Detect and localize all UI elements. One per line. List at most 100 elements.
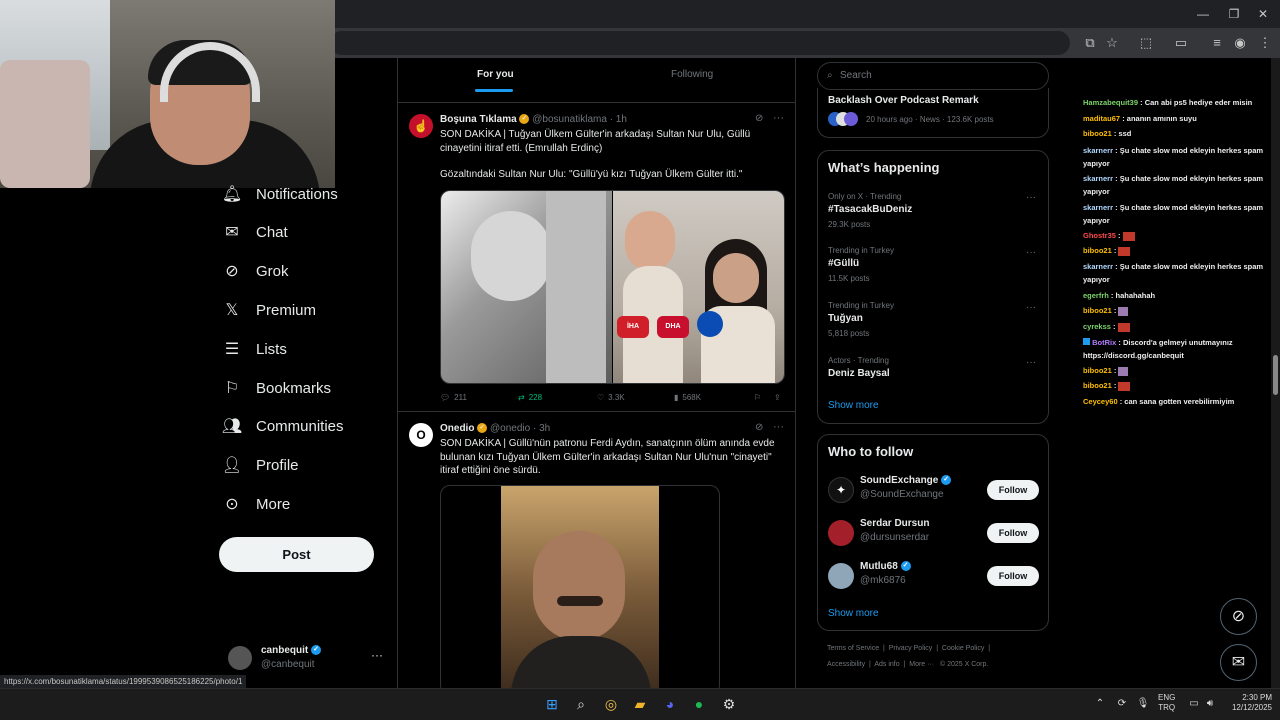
- repost-button[interactable]: ⇄ 228: [518, 393, 542, 402]
- nav-profile[interactable]: 👤︎ Profile: [222, 449, 299, 481]
- trend-item[interactable]: Only on X · Trending #TasacakBuDeniz 29.…: [818, 189, 1048, 241]
- follow-suggestion[interactable]: Serdar Dursun @dursunserdar Follow: [818, 515, 1048, 553]
- more-dots-icon[interactable]: ···: [1026, 357, 1036, 368]
- extensions-icon[interactable]: ⬚: [1137, 34, 1155, 52]
- reply-button[interactable]: 💬︎ 211: [440, 393, 467, 402]
- media-icon[interactable]: ≡: [1208, 34, 1226, 52]
- trend-item[interactable]: Trending in Turkey Tuğyan 5,818 posts ··…: [818, 299, 1048, 351]
- more-dots-icon[interactable]: ···: [1026, 192, 1036, 203]
- nav-lists[interactable]: ☰ Lists: [222, 333, 287, 365]
- account-switcher[interactable]: canbequit ✓ @canbequit ···: [228, 642, 388, 674]
- grok-float-button[interactable]: ⊘: [1220, 598, 1257, 635]
- mic-icon[interactable]: 🎙︎: [1133, 694, 1153, 714]
- bookmark-icon[interactable]: ⚐: [754, 393, 761, 402]
- nav-grok[interactable]: ⊘ Grok: [222, 255, 288, 287]
- address-bar[interactable]: [330, 31, 1070, 55]
- footer-link[interactable]: Privacy Policy: [889, 645, 933, 652]
- avatar[interactable]: ✦: [828, 477, 854, 503]
- show-more-link[interactable]: Show more: [828, 400, 879, 411]
- minimize-icon[interactable]: —: [1188, 5, 1218, 23]
- follow-button[interactable]: Follow: [987, 523, 1039, 543]
- tweet-time[interactable]: · 3h: [533, 423, 550, 434]
- file-explorer-icon[interactable]: ▰: [630, 694, 650, 714]
- media-photo-right[interactable]: İHA DHA: [613, 191, 784, 383]
- search-icon[interactable]: ⌕: [571, 694, 591, 714]
- tweet-video[interactable]: [440, 485, 720, 688]
- share-icon[interactable]: ⇪: [774, 393, 781, 402]
- tray-chevron-icon[interactable]: ⌃: [1090, 694, 1110, 714]
- show-more-link[interactable]: Show more: [828, 608, 879, 619]
- footer-link[interactable]: Accessibility: [827, 661, 865, 668]
- windows-start-icon[interactable]: ⊞: [542, 694, 562, 714]
- follow-suggestion[interactable]: ✦ SoundExchange ✓ @SoundExchange Follow: [818, 472, 1048, 510]
- footer-link[interactable]: Terms of Service: [827, 645, 879, 652]
- trend-item[interactable]: Trending in Turkey #Güllü 11.5K posts ··…: [818, 244, 1048, 296]
- close-icon[interactable]: ✕: [1248, 5, 1278, 23]
- more-dots-icon[interactable]: ···: [773, 112, 784, 124]
- more-dots-icon[interactable]: ···: [1026, 247, 1036, 258]
- post-button[interactable]: Post: [219, 537, 374, 572]
- media-photo-left[interactable]: [441, 191, 612, 383]
- avatar[interactable]: [828, 563, 854, 589]
- discord-icon[interactable]: ◕: [660, 694, 680, 714]
- tab-for-you[interactable]: For you: [477, 69, 514, 80]
- grok-icon[interactable]: ⊘: [755, 113, 763, 124]
- verified-icon: ✓: [900, 561, 911, 572]
- views-button[interactable]: ▮ 568K: [674, 393, 701, 402]
- nav-more[interactable]: ⊙ More: [222, 488, 290, 520]
- app-icon[interactable]: ⚙: [719, 694, 739, 714]
- tweet[interactable]: O Onedio ✓ @onedio · 3h ⊘ ··· SON DAKİKA…: [397, 413, 796, 688]
- spotify-icon[interactable]: ●: [689, 694, 709, 714]
- grok-icon[interactable]: ⊘: [755, 422, 763, 433]
- install-app-icon[interactable]: ⧉: [1081, 34, 1099, 52]
- restore-icon[interactable]: ❐: [1219, 5, 1249, 23]
- nav-communities[interactable]: 👥︎ Communities: [222, 410, 344, 442]
- tweet-author[interactable]: Onedio: [440, 423, 474, 434]
- footer-link[interactable]: More ···: [909, 661, 934, 668]
- like-button[interactable]: ♡ 3.3K: [597, 393, 625, 402]
- news-meta: 20 hours ago · News · 123.6K posts: [866, 115, 994, 124]
- volume-icon[interactable]: 🔊︎: [1200, 694, 1220, 714]
- tweet-media[interactable]: İHA DHA: [440, 190, 785, 384]
- messages-float-button[interactable]: ✉: [1220, 644, 1257, 681]
- tweet-handle[interactable]: @onedio: [490, 423, 530, 434]
- menu-icon[interactable]: ⋮: [1256, 34, 1274, 52]
- tweet-time[interactable]: · 1h: [610, 114, 627, 125]
- sidepanel-icon[interactable]: ▭: [1172, 34, 1190, 52]
- tweet-author[interactable]: Boşuna Tıklama: [440, 114, 517, 125]
- clock[interactable]: 2:30 PM 12/12/2025: [1222, 693, 1272, 713]
- tab-following[interactable]: Following: [671, 69, 713, 80]
- language-indicator[interactable]: ENG TRQ: [1158, 693, 1175, 713]
- follow-button[interactable]: Follow: [987, 566, 1039, 586]
- chat-message: biboo21 :: [1083, 304, 1278, 318]
- emote-icon: [1118, 246, 1131, 256]
- avatar[interactable]: O: [409, 423, 433, 447]
- chrome-icon[interactable]: ◎: [601, 694, 621, 714]
- footer-link[interactable]: Cookie Policy: [942, 645, 984, 652]
- trend-item[interactable]: Actors · Trending Deniz Baysal ···: [818, 354, 1048, 390]
- timeline-tabs: For you Following: [397, 58, 796, 103]
- chat-message: egerfrh : hahahahah: [1083, 291, 1156, 300]
- scrollbar-thumb[interactable]: [1273, 355, 1278, 395]
- nav-bookmarks[interactable]: ⚐ Bookmarks: [222, 372, 331, 404]
- sync-icon[interactable]: ⟳: [1112, 694, 1132, 714]
- profile-avatar-icon[interactable]: ◉: [1231, 34, 1249, 52]
- nav-chat[interactable]: ✉ Chat: [222, 216, 287, 248]
- more-dots-icon[interactable]: ···: [773, 421, 784, 433]
- avatar[interactable]: ☝: [409, 114, 433, 138]
- avatar[interactable]: [828, 520, 854, 546]
- follow-button[interactable]: Follow: [987, 480, 1039, 500]
- nav-notifications[interactable]: 🔔︎ Notifications: [222, 178, 338, 210]
- tweet[interactable]: ☝ Boşuna Tıklama ✓ @bosunatiklama · 1h ⊘…: [397, 104, 796, 412]
- trend-news-card[interactable]: Backlash Over Podcast Remark 20 hours ag…: [817, 88, 1049, 138]
- more-dots-icon[interactable]: ···: [1026, 302, 1036, 313]
- footer-links: Accessibility | Ads info | More ··· © 20…: [827, 661, 989, 668]
- star-icon[interactable]: ☆: [1103, 34, 1121, 52]
- nav-premium[interactable]: 𝕏 Premium: [222, 294, 316, 326]
- search-icon: ⌕: [827, 70, 833, 81]
- search-input[interactable]: ⌕ Search: [817, 62, 1049, 90]
- footer-link[interactable]: Ads info: [874, 661, 899, 668]
- more-dots-icon[interactable]: ···: [371, 648, 383, 662]
- follow-suggestion[interactable]: Mutlu68 ✓ @mk6876 Follow: [818, 558, 1048, 596]
- tweet-handle[interactable]: @bosunatiklama: [532, 114, 607, 125]
